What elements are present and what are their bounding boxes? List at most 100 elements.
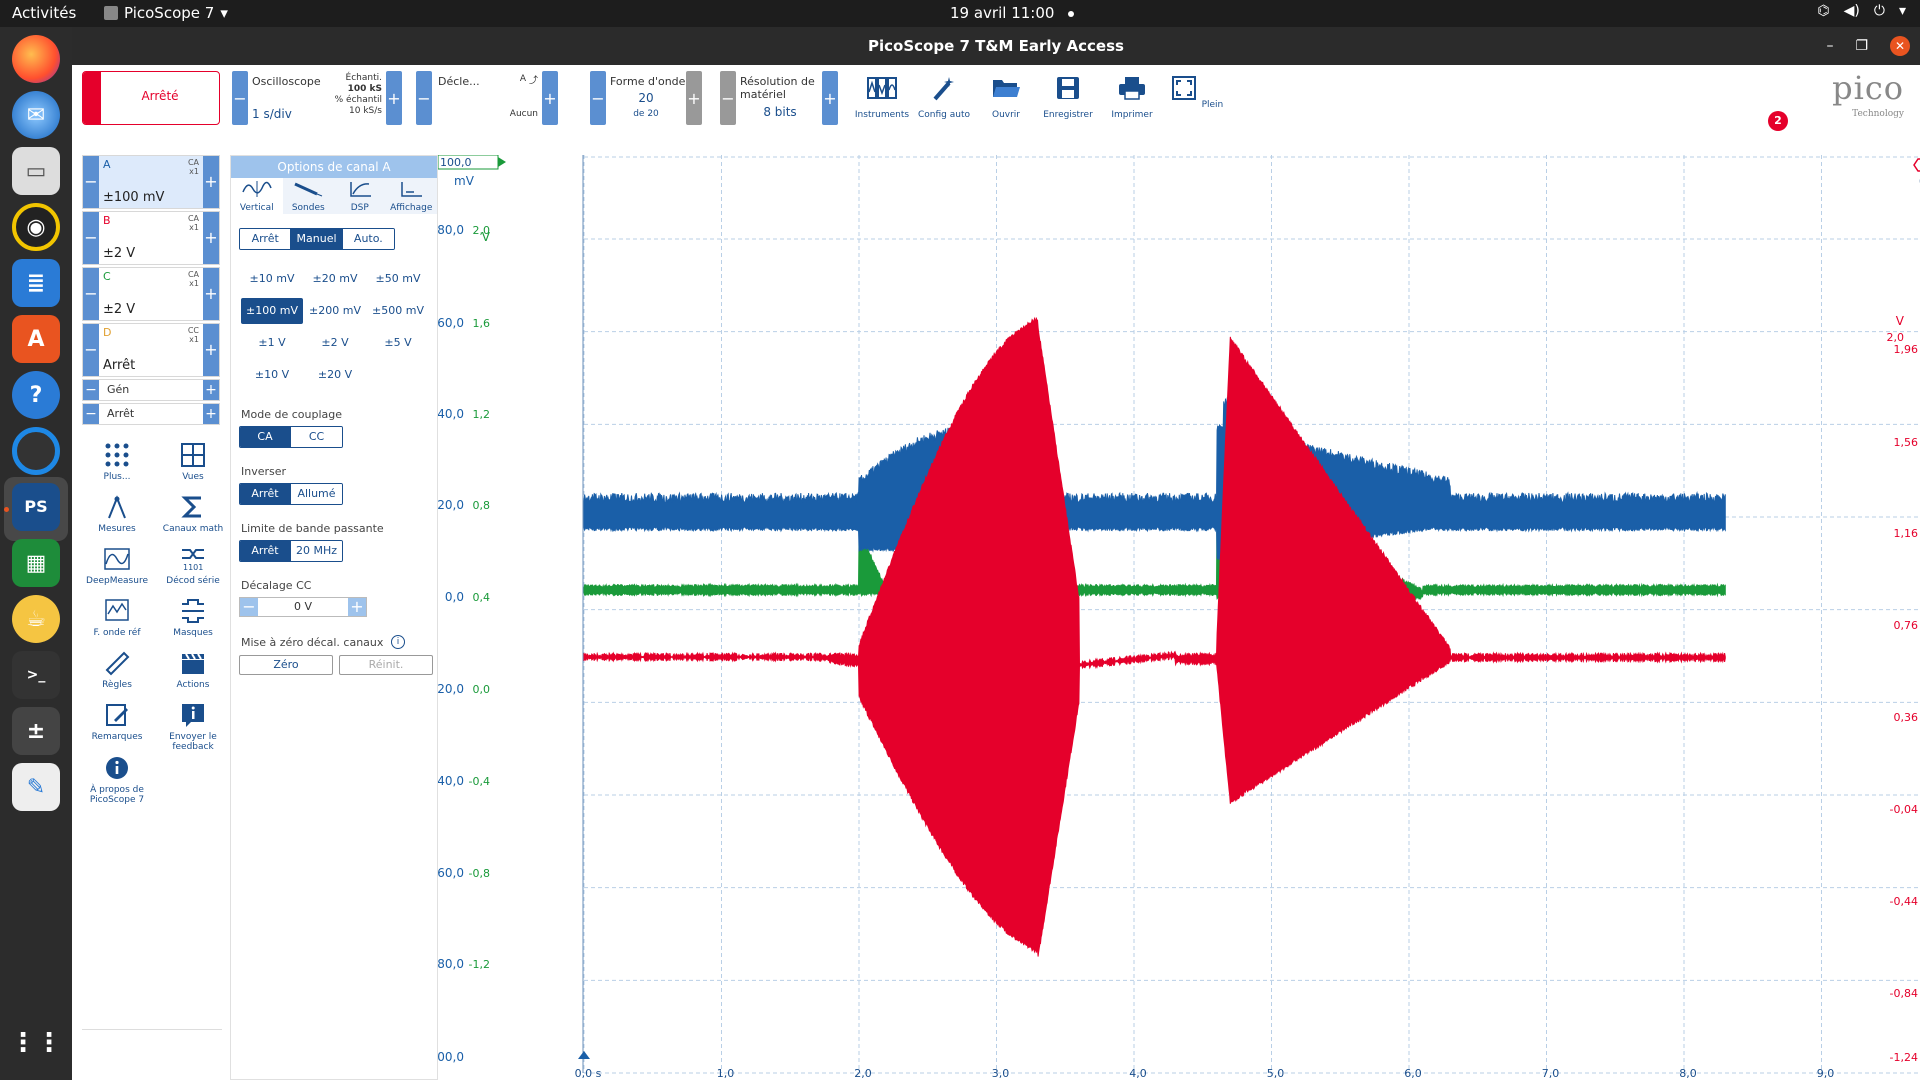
waveform-index[interactable]: 20 — [610, 91, 682, 105]
print-button[interactable]: Imprimer — [1102, 75, 1162, 120]
channel-range[interactable]: ±100 mV — [103, 190, 164, 205]
generator-card[interactable]: − Gén + — [82, 379, 220, 401]
minimize-icon[interactable]: – — [1826, 27, 1833, 65]
close-icon[interactable]: ✕ — [1890, 36, 1910, 56]
calc-icon[interactable]: ▦ — [12, 539, 60, 587]
range-mode-auto[interactable]: Auto. — [342, 229, 394, 249]
channel-card-a[interactable]: − A CA x1 ±100 mV + — [82, 155, 220, 209]
timebase-minus-button[interactable]: − — [232, 71, 248, 125]
generator-state-card[interactable]: − Arrêt + — [82, 403, 220, 425]
trigger-plus-button[interactable]: + — [542, 71, 558, 125]
range-mode-manual[interactable]: Manuel — [291, 229, 343, 249]
range-option[interactable]: ±50 mV — [367, 266, 429, 292]
range-option[interactable]: ±2 V — [304, 330, 366, 356]
tool-ref-waveform[interactable]: F. onde réf — [82, 598, 152, 638]
waveform-minus-button[interactable]: − — [590, 71, 606, 125]
tool-dots-grid[interactable]: Plus... — [82, 442, 152, 482]
zero-button[interactable]: Zéro — [239, 655, 333, 675]
tool-ruler[interactable]: Règles — [82, 650, 152, 690]
tab-display[interactable]: Affichage — [386, 178, 438, 214]
text-editor-icon[interactable]: ✎ — [12, 763, 60, 811]
tab-dsp[interactable]: DSP — [334, 178, 386, 214]
range-option[interactable]: ±1 V — [241, 330, 303, 356]
tool-notes[interactable]: Remarques — [82, 702, 152, 742]
channel-plus-button[interactable]: + — [203, 324, 219, 376]
system-tray[interactable]: ⌬ ◀) ⏻ ▾ — [1817, 3, 1906, 19]
channel-minus-button[interactable]: − — [83, 212, 99, 264]
reset-button[interactable]: Réinit. — [339, 655, 433, 675]
trigger-marker-icon[interactable] — [578, 1051, 590, 1059]
channel-plus-button[interactable]: + — [203, 212, 219, 264]
bandwidth-off[interactable]: Arrêt — [240, 541, 292, 561]
samples-value[interactable]: 100 kS — [322, 84, 382, 94]
range-option[interactable]: ±20 mV — [304, 266, 366, 292]
coupling-dc[interactable]: CC — [291, 427, 342, 447]
scope-plot[interactable]: mVVV2,0100,080,060,040,020,00,0-20,0-40,… — [425, 154, 1920, 1080]
scope-view[interactable]: mVVV2,0100,080,060,040,020,00,0-20,0-40,… — [425, 154, 1920, 1080]
tool-views-grid[interactable]: Vues — [158, 442, 228, 482]
channel-plus-button[interactable]: + — [203, 268, 219, 320]
channel-minus-button[interactable]: − — [83, 324, 99, 376]
channel-range[interactable]: Arrêt — [103, 358, 135, 373]
tab-vertical[interactable]: Vertical — [231, 178, 283, 214]
open-button[interactable]: Ouvrir — [976, 75, 1036, 120]
bandwidth-20mhz[interactable]: 20 MHz — [291, 541, 342, 561]
timebase-plus-button[interactable]: + — [386, 71, 402, 125]
tool-measure[interactable]: Mesures — [82, 494, 152, 534]
range-option[interactable]: ±20 V — [304, 362, 366, 388]
channel-plus-button[interactable]: + — [203, 156, 219, 208]
tool-clapper[interactable]: Actions — [158, 650, 228, 690]
teapot-icon[interactable]: ☕ — [12, 595, 60, 643]
tab-probes[interactable]: Sondes — [283, 178, 335, 214]
dc-offset-minus[interactable]: − — [240, 598, 258, 616]
tool-sigma[interactable]: Canaux math — [158, 494, 228, 534]
auto-setup-button[interactable]: Config auto — [914, 75, 974, 120]
tool-serial-decode[interactable]: 1101 Décod série — [158, 546, 228, 586]
range-option[interactable]: ±10 V — [241, 362, 303, 388]
timebase-value[interactable]: 1 s/div — [252, 107, 292, 121]
resolution-minus-button[interactable]: − — [720, 71, 736, 125]
dc-offset-plus[interactable]: + — [348, 598, 366, 616]
invert-off[interactable]: Arrêt — [240, 484, 292, 504]
coupling-ac[interactable]: CA — [240, 427, 292, 447]
generator-state-plus-button[interactable]: + — [203, 404, 219, 424]
generator-plus-button[interactable]: + — [203, 380, 219, 400]
tool-mask[interactable]: Masques — [158, 598, 228, 638]
tool-info[interactable]: À propos de PicoScope 7 — [82, 755, 152, 805]
range-option[interactable]: ±100 mV — [241, 298, 303, 324]
help-icon[interactable]: ? — [12, 371, 60, 419]
instruments-button[interactable]: Instruments — [852, 75, 912, 120]
trigger-mode[interactable]: Aucun — [496, 109, 538, 119]
picoscope-dock-icon[interactable]: PS — [12, 483, 60, 531]
files-icon[interactable]: ▭ — [12, 147, 60, 195]
writer-icon[interactable]: ≣ — [12, 259, 60, 307]
generator-minus-button[interactable]: − — [83, 380, 99, 400]
thunderbird-icon[interactable]: ✉ — [12, 91, 60, 139]
update-icon[interactable] — [12, 427, 60, 475]
channel-minus-button[interactable]: − — [83, 268, 99, 320]
waveform-plus-button[interactable]: + — [686, 71, 702, 125]
generator-state-minus-button[interactable]: − — [83, 404, 99, 424]
trigger-minus-button[interactable]: − — [416, 71, 432, 125]
channel-range[interactable]: ±2 V — [103, 302, 135, 317]
range-option[interactable]: ±500 mV — [367, 298, 429, 324]
resolution-plus-button[interactable]: + — [822, 71, 838, 125]
notification-badge[interactable]: 2 — [1768, 111, 1788, 131]
resolution-value[interactable]: 8 bits — [740, 105, 820, 119]
tool-feedback[interactable]: Envoyer le feedback — [158, 702, 228, 752]
activities-button[interactable]: Activités — [12, 4, 76, 22]
channel-card-d[interactable]: − D CC x1 Arrêt + — [82, 323, 220, 377]
save-button[interactable]: Enregistrer — [1038, 75, 1098, 120]
channel-minus-button[interactable]: − — [83, 156, 99, 208]
range-option[interactable]: ±5 V — [367, 330, 429, 356]
info-icon[interactable]: i — [391, 635, 405, 649]
run-stop-button[interactable]: Arrêté — [82, 71, 220, 125]
firefox-icon[interactable] — [12, 35, 60, 83]
dc-offset-value[interactable]: 0 V — [260, 600, 346, 613]
channel-b-offset-marker[interactable] — [1913, 158, 1920, 172]
channel-range[interactable]: ±2 V — [103, 246, 135, 261]
channel-card-b[interactable]: − B CA x1 ±2 V + — [82, 211, 220, 265]
show-apps-icon[interactable]: ⋮⋮ — [10, 1019, 62, 1067]
calculator-icon[interactable]: ± — [12, 707, 60, 755]
restore-icon[interactable]: ❐ — [1855, 27, 1868, 65]
